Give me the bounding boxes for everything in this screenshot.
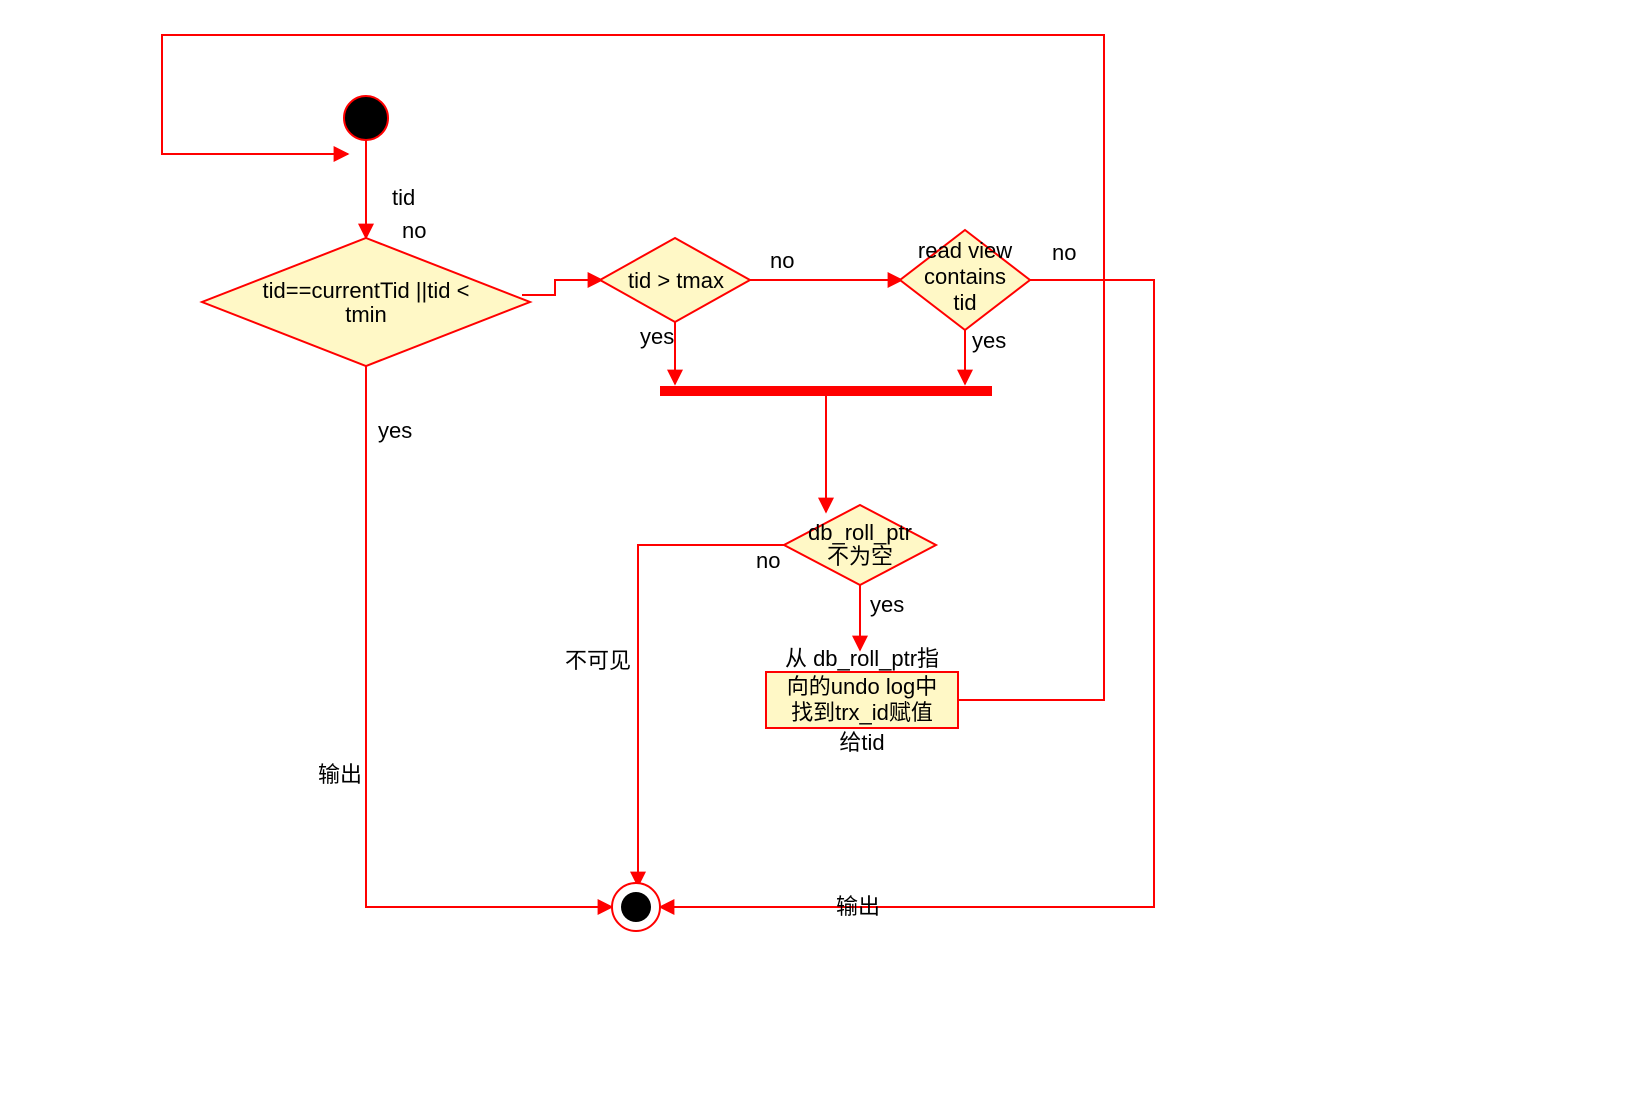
final-node: [612, 883, 660, 931]
initial-node: [344, 96, 388, 140]
svg-text:从 db_roll_ptr指: 从 db_roll_ptr指: [785, 646, 939, 671]
d3-no-output-label: 输出: [836, 894, 880, 919]
d1-yes-near-label: yes: [378, 418, 412, 443]
edge-d1-to-d2: [522, 280, 602, 295]
d4-no-invisible-label: 不可见: [565, 648, 631, 673]
svg-text:tid > tmax: tid > tmax: [628, 268, 724, 293]
tid-label: tid: [392, 185, 415, 210]
join-bar: [660, 386, 992, 396]
svg-text:read view: read view: [918, 238, 1012, 263]
decision-d4: db_roll_ptr 不为空: [784, 505, 936, 585]
edge-d1-yes-to-end: [366, 366, 612, 907]
d1-yes-output-label: 输出: [318, 762, 362, 787]
svg-text:db_roll_ptr: db_roll_ptr: [808, 520, 912, 545]
d2-no-label: no: [770, 248, 794, 273]
d1-no-label: no: [402, 218, 426, 243]
svg-text:给tid: 给tid: [839, 730, 884, 755]
svg-text:找到trx_id赋值: 找到trx_id赋值: [791, 700, 933, 725]
svg-text:contains: contains: [924, 264, 1006, 289]
d2-yes-label: yes: [640, 324, 674, 349]
action-undo: 从 db_roll_ptr指 向的undo log中 找到trx_id赋值 给t…: [766, 646, 958, 755]
d4-yes-label: yes: [870, 592, 904, 617]
svg-text:不为空: 不为空: [827, 544, 893, 569]
svg-text:向的undo log中: 向的undo log中: [787, 674, 937, 699]
svg-text:tid: tid: [953, 290, 976, 315]
decision-d2: tid > tmax: [600, 238, 750, 322]
flowchart: tid tid==currentTid ||tid < tmin no tid …: [0, 0, 1640, 1098]
d4-no-label: no: [756, 548, 780, 573]
decision-d1: tid==currentTid ||tid < tmin: [202, 238, 530, 366]
decision-d3: read view contains tid: [900, 230, 1030, 330]
d3-no-label: no: [1052, 240, 1076, 265]
edge-d3-no-to-end: [660, 280, 1154, 907]
svg-text:tid==currentTid ||tid <: tid==currentTid ||tid <: [263, 278, 470, 303]
svg-text:tmin: tmin: [345, 302, 387, 327]
d3-yes-label: yes: [972, 328, 1006, 353]
edge-action-loop-back: [162, 35, 1104, 700]
edge-d4-no-to-end: [638, 545, 784, 886]
